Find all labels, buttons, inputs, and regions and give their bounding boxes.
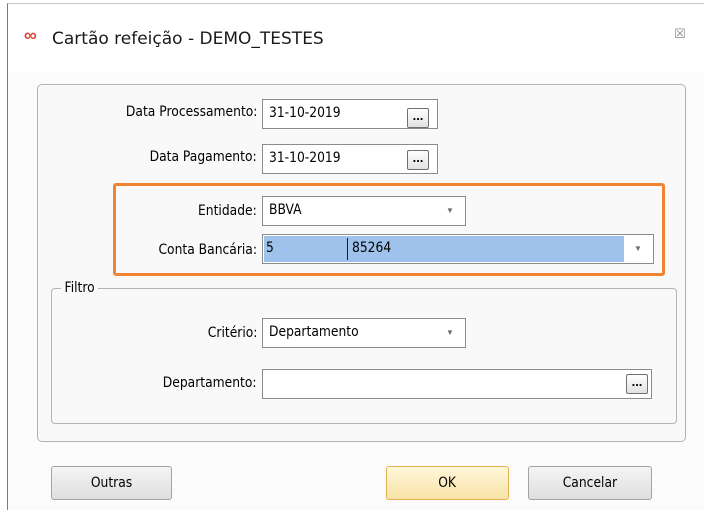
entidade-label: Entidade: [198, 203, 257, 219]
data-pagamento-label: Data Pagamento: [149, 149, 257, 165]
infinity-icon: ∞ [24, 25, 37, 45]
chevron-down-icon[interactable]: ▼ [633, 244, 643, 254]
window-title: Cartão refeição - DEMO_TESTES [52, 29, 324, 49]
data-processamento-picker-button[interactable]: ... [407, 108, 429, 128]
criterio-select[interactable]: Departamento [262, 318, 466, 348]
chevron-down-icon[interactable]: ▼ [445, 206, 455, 216]
cancelar-button-label: Cancelar [562, 475, 618, 491]
criterio-value: Departamento [269, 324, 359, 340]
departamento-field[interactable] [262, 369, 652, 399]
chevron-down-icon[interactable]: ▼ [445, 328, 455, 338]
ok-button[interactable]: OK [386, 466, 509, 500]
filtro-legend: Filtro [61, 280, 99, 296]
conta-bancaria-account: 85264 [352, 240, 392, 256]
entidade-select[interactable]: BBVA [262, 196, 466, 226]
data-processamento-label: Data Processamento: [125, 104, 257, 120]
conta-bancaria-code: 5 [266, 240, 274, 256]
data-pagamento-value: 31-10-2019 [269, 150, 341, 166]
cancelar-button[interactable]: Cancelar [528, 466, 652, 500]
ok-button-label: OK [438, 475, 457, 491]
departamento-picker-button[interactable]: ... [626, 374, 648, 394]
close-icon[interactable]: ☒ [672, 26, 688, 42]
conta-bancaria-selection [264, 236, 624, 262]
departamento-label: Departamento: [163, 375, 257, 391]
filtro-group-box [51, 288, 677, 424]
data-processamento-value: 31-10-2019 [269, 105, 341, 121]
data-pagamento-picker-button[interactable]: ... [407, 150, 429, 170]
conta-bancaria-label: Conta Bancária: [158, 242, 257, 258]
column-separator [347, 238, 348, 260]
entidade-value: BBVA [269, 202, 302, 218]
outras-button[interactable]: Outras [51, 466, 172, 500]
outras-button-label: Outras [90, 475, 133, 491]
criterio-label: Critério: [207, 325, 257, 341]
